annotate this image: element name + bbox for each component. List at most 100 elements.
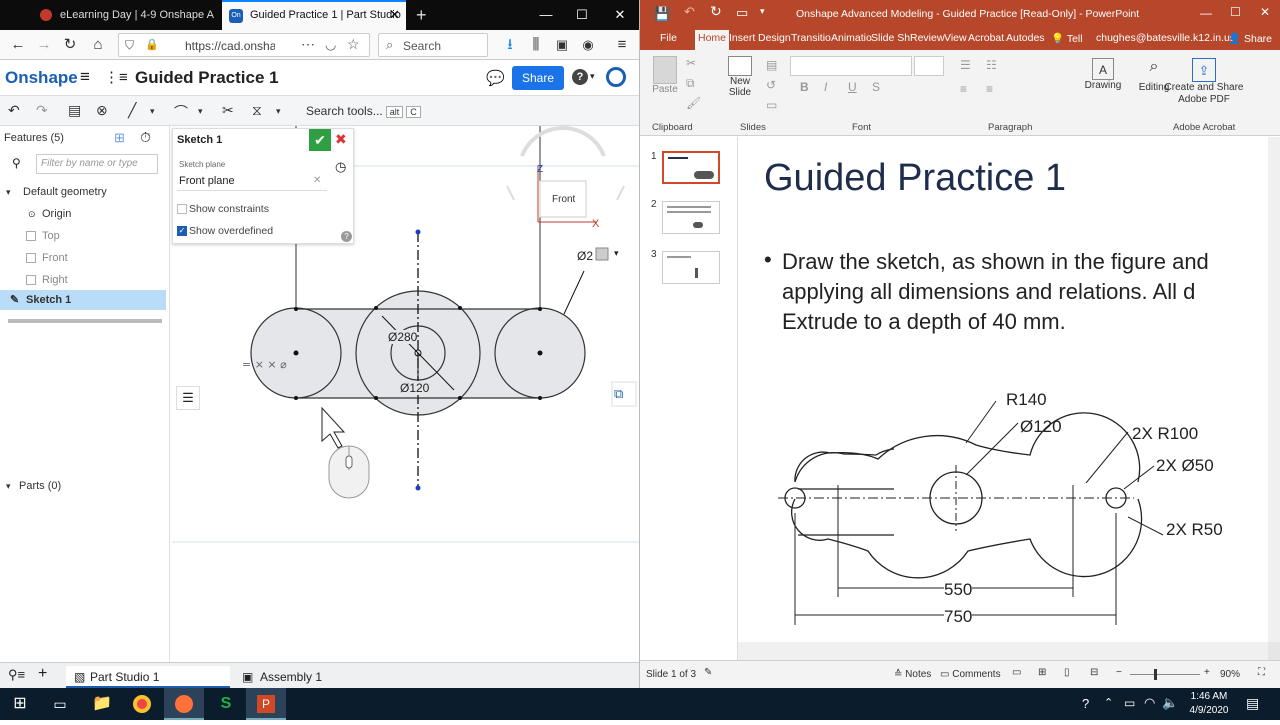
chevron-down-icon[interactable]: ▾ xyxy=(276,106,281,117)
fit-slide-icon[interactable]: ⛶ xyxy=(1258,667,1265,678)
view-cube-icon[interactable]: ⧉ xyxy=(614,386,623,402)
undo-icon[interactable]: ↶ xyxy=(684,4,695,20)
zoom-out-icon[interactable]: − xyxy=(1116,667,1122,678)
maximize-button[interactable]: ☐ xyxy=(562,0,602,30)
version-graph-icon[interactable]: ⋮≡ xyxy=(104,68,128,86)
panel-scrollbar[interactable] xyxy=(8,319,162,323)
zoom-in-icon[interactable]: + xyxy=(1204,667,1210,678)
horizontal-scrollbar[interactable] xyxy=(738,642,1268,660)
copy-icon[interactable]: ⧉ xyxy=(686,76,695,91)
line-icon[interactable]: ╱ xyxy=(128,102,136,119)
tab-transitions[interactable]: Transitio xyxy=(791,32,831,44)
share-button[interactable]: Share xyxy=(512,66,564,90)
close-window-button[interactable]: ✕ xyxy=(600,0,639,30)
tab-acrobat[interactable]: Acrobat xyxy=(968,32,1004,44)
browser-tab-guided-practice[interactable]: On Guided Practice 1 | Part Studio ✕ xyxy=(222,0,406,30)
slide-thumbnail-2[interactable] xyxy=(662,201,720,234)
tab-file[interactable]: File xyxy=(660,32,677,44)
cancel-x-button[interactable]: ✖ xyxy=(335,131,347,148)
feature-item-front[interactable]: Front xyxy=(0,248,166,268)
show-overdefined-checkbox[interactable]: ✓ xyxy=(177,226,187,236)
dimension-120[interactable]: Ø120 xyxy=(400,381,430,395)
help-tray-icon[interactable]: ? xyxy=(1082,696,1089,711)
close-tab-icon[interactable]: ✕ xyxy=(389,2,400,28)
chevron-down-icon[interactable]: ▾ xyxy=(590,71,595,82)
chevron-down-icon[interactable]: ▾ xyxy=(614,248,619,259)
slideshow-icon[interactable]: ⊟ xyxy=(1090,667,1098,678)
library-icon[interactable]: ⫼ xyxy=(526,35,546,55)
tab-review[interactable]: Review xyxy=(910,32,944,44)
notifications-icon[interactable]: ▤ xyxy=(1246,695,1259,712)
chevron-up-icon[interactable]: ⌃ xyxy=(1104,696,1113,709)
tab-part-studio-1[interactable]: ▧ Part Studio 1 xyxy=(66,666,230,688)
tab-design[interactable]: Design xyxy=(758,32,791,44)
list-icon[interactable]: ☰ xyxy=(176,386,200,410)
new-slide-button[interactable]: New Slide xyxy=(724,56,756,98)
battery-icon[interactable]: ▭ xyxy=(1124,696,1135,710)
paste-button[interactable]: Paste xyxy=(650,56,680,95)
onshape-logo[interactable]: Onshape xyxy=(5,68,78,88)
save-icon[interactable]: 💾 xyxy=(654,6,670,22)
view-cube-front[interactable]: Front xyxy=(552,194,575,205)
align-center-icon[interactable]: ≡ xyxy=(986,82,993,96)
vertical-scrollbar[interactable] xyxy=(1268,137,1280,642)
comment-icon[interactable]: 💬 xyxy=(486,69,505,87)
use-icon[interactable]: ⊗ xyxy=(96,102,108,119)
chrome-icon[interactable] xyxy=(122,688,162,720)
tab-assembly-1[interactable]: ▣ Assembly 1 xyxy=(236,666,400,688)
font-family-select[interactable] xyxy=(790,56,912,76)
tab-autodesk[interactable]: Autodes xyxy=(1006,32,1045,44)
reload-icon[interactable]: ↻ xyxy=(60,35,80,55)
search-tools-button[interactable]: Search tools... alt C xyxy=(306,104,421,118)
sway-icon[interactable]: S xyxy=(206,688,246,720)
tab-animations[interactable]: Animatio xyxy=(831,32,872,44)
powerpoint-taskbar-icon[interactable]: P xyxy=(246,688,286,720)
start-button[interactable]: ⊞ xyxy=(0,688,40,720)
pocket-icon[interactable]: ◡ xyxy=(325,37,336,53)
forward-arrow-icon[interactable]: → xyxy=(34,35,54,55)
ribbon-share-button[interactable]: 👤 Share xyxy=(1228,32,1272,45)
bold-icon[interactable]: B xyxy=(800,80,809,94)
slide-thumbnail-3[interactable] xyxy=(662,251,720,284)
search-input[interactable]: ⌕ Search xyxy=(378,33,488,57)
bullets-icon[interactable]: ☰ xyxy=(960,58,971,72)
dimension-label[interactable]: Ø2 xyxy=(577,249,593,263)
zoom-level[interactable]: 90% xyxy=(1220,669,1240,680)
redo-icon[interactable]: ↷ xyxy=(36,102,48,119)
filter-input[interactable]: Filter by name or type xyxy=(36,154,158,174)
chevron-down-icon[interactable]: ▾ xyxy=(6,476,11,496)
task-view-icon[interactable]: ▭ xyxy=(40,688,80,720)
hamburger-menu-icon[interactable]: ≡ xyxy=(80,67,90,87)
normal-view-icon[interactable]: ▭ xyxy=(1012,667,1021,678)
repeat-icon[interactable]: ↻ xyxy=(710,3,722,20)
sketch-icon[interactable]: ▤ xyxy=(68,102,81,119)
italic-icon[interactable]: I xyxy=(824,80,827,94)
tab-slideshow[interactable]: Slide Sh xyxy=(871,32,910,44)
slide-edit-area[interactable]: Guided Practice 1 • Draw the sketch, as … xyxy=(738,137,1280,660)
fillet-icon[interactable]: ⌒ xyxy=(174,102,188,122)
tab-view[interactable]: View xyxy=(944,32,967,44)
add-folder-icon[interactable]: ⊞ xyxy=(114,130,125,146)
file-explorer-icon[interactable]: 📁 xyxy=(82,688,122,720)
font-size-select[interactable] xyxy=(914,56,944,76)
zoom-slider[interactable] xyxy=(1130,674,1200,675)
current-slide[interactable]: Guided Practice 1 • Draw the sketch, as … xyxy=(738,137,1268,642)
user-account[interactable]: chughes@batesville.k12.in.us xyxy=(1096,32,1235,44)
show-constraints-checkbox[interactable] xyxy=(177,204,187,214)
minimize-button[interactable]: — xyxy=(1200,6,1212,20)
feature-item-sketch1[interactable]: ✎ Sketch 1 xyxy=(0,290,166,310)
cut-icon[interactable]: ✂ xyxy=(686,56,696,70)
wifi-icon[interactable]: ◠ xyxy=(1144,695,1155,711)
dimension-280[interactable]: Ø280 xyxy=(388,330,418,344)
help-icon[interactable]: ? xyxy=(572,69,588,85)
address-bar[interactable]: ⛉ 🔒 https://cad.onsha ⋯ ◡ ☆ xyxy=(118,33,370,57)
sidebar-icon[interactable]: ▣ xyxy=(552,35,572,55)
chevron-down-icon[interactable]: ▾ xyxy=(198,106,203,117)
default-geometry-group[interactable]: ▾ Default geometry xyxy=(0,182,166,202)
history-icon[interactable]: ◷ xyxy=(335,159,346,175)
chevron-down-icon[interactable]: ▾ xyxy=(6,182,11,202)
spellcheck-icon[interactable]: ✎ xyxy=(704,667,712,678)
transform-icon[interactable]: ⧖ xyxy=(252,102,262,119)
trim-icon[interactable]: ✂ xyxy=(222,102,234,119)
maximize-button[interactable]: ☐ xyxy=(1230,5,1241,19)
